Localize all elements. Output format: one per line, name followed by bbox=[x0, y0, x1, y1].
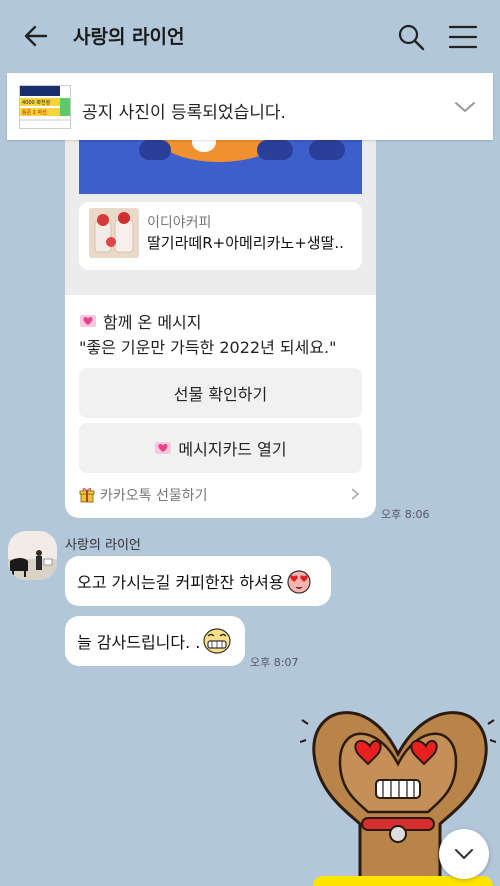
chat-header: 사랑의 라이언 bbox=[0, 0, 500, 72]
gift-preview: 이디야커피 딸기라떼R+아메리카노+생딸.. bbox=[65, 140, 376, 295]
product-name: 딸기라떼R+아메리카노+생딸.. bbox=[147, 234, 344, 252]
chat-bubble[interactable]: 늘 감사드립니다. . bbox=[65, 616, 245, 666]
notice-thumbnail: 4000 화천설 틀존 1 자선 bbox=[19, 85, 71, 129]
gift-product-card[interactable]: 이디야커피 딸기라떼R+아메리카노+생딸.. bbox=[79, 202, 362, 270]
message-body: "좋은 기운만 가득한 2022년 되세요." bbox=[79, 338, 337, 357]
product-brand: 이디야커피 bbox=[147, 215, 212, 231]
avatar[interactable] bbox=[8, 531, 57, 580]
open-message-card-button[interactable]: 메시지카드 열기 bbox=[79, 423, 362, 473]
message-header: 함께 온 메시지 bbox=[103, 313, 202, 332]
gift-box-icon bbox=[79, 488, 95, 503]
chevron-down-icon[interactable] bbox=[453, 95, 477, 119]
gift-message: 함께 온 메시지 "좋은 기운만 가득한 2022년 되세요." bbox=[79, 310, 369, 358]
kakao-gift-link[interactable]: 카카오톡 선물하기 bbox=[79, 483, 362, 507]
chevron-down-icon bbox=[455, 849, 473, 859]
message-text: 늘 감사드립니다. . bbox=[77, 633, 201, 652]
grin-emoji bbox=[203, 628, 231, 654]
message-text: 오고 가시는길 커피한잔 하셔용 bbox=[77, 573, 284, 592]
thumb-text-1: 4000 화천설 bbox=[22, 99, 51, 106]
notice-text: 공지 사진이 등록되었습니다. bbox=[82, 103, 286, 123]
open-message-card-label: 메시지카드 열기 bbox=[178, 440, 287, 459]
product-image bbox=[89, 208, 139, 258]
thumb-text-2: 틀존 1 자선 bbox=[22, 109, 47, 116]
heart-eyes-emoji bbox=[287, 570, 311, 594]
check-gift-button[interactable]: 선물 확인하기 bbox=[79, 368, 362, 418]
sender-name: 사랑의 라이언 bbox=[65, 538, 141, 553]
chat-timestamp: 오후 8:07 bbox=[250, 656, 299, 669]
back-arrow-icon[interactable] bbox=[20, 20, 52, 52]
kakao-gift-label: 카카오톡 선물하기 bbox=[100, 488, 208, 504]
chevron-right-icon bbox=[351, 488, 360, 500]
search-icon[interactable] bbox=[396, 22, 426, 52]
menu-icon[interactable] bbox=[448, 22, 478, 52]
scroll-down-button[interactable] bbox=[439, 829, 489, 879]
gift-timestamp: 오후 8:06 bbox=[381, 508, 430, 521]
heart-envelope-icon bbox=[155, 442, 172, 454]
heart-envelope-icon bbox=[80, 315, 96, 327]
chat-title: 사랑의 라이언 bbox=[73, 26, 185, 48]
gift-banner-image bbox=[79, 140, 362, 194]
gift-message-card: 이디야커피 딸기라떼R+아메리카노+생딸.. 함께 온 메시지 "좋은 기운만 … bbox=[65, 140, 376, 518]
notice-bar[interactable]: 4000 화천설 틀존 1 자선 공지 사진이 등록되었습니다. bbox=[7, 73, 493, 140]
chat-bubble[interactable]: 오고 가시는길 커피한잔 하셔용 bbox=[65, 556, 331, 606]
